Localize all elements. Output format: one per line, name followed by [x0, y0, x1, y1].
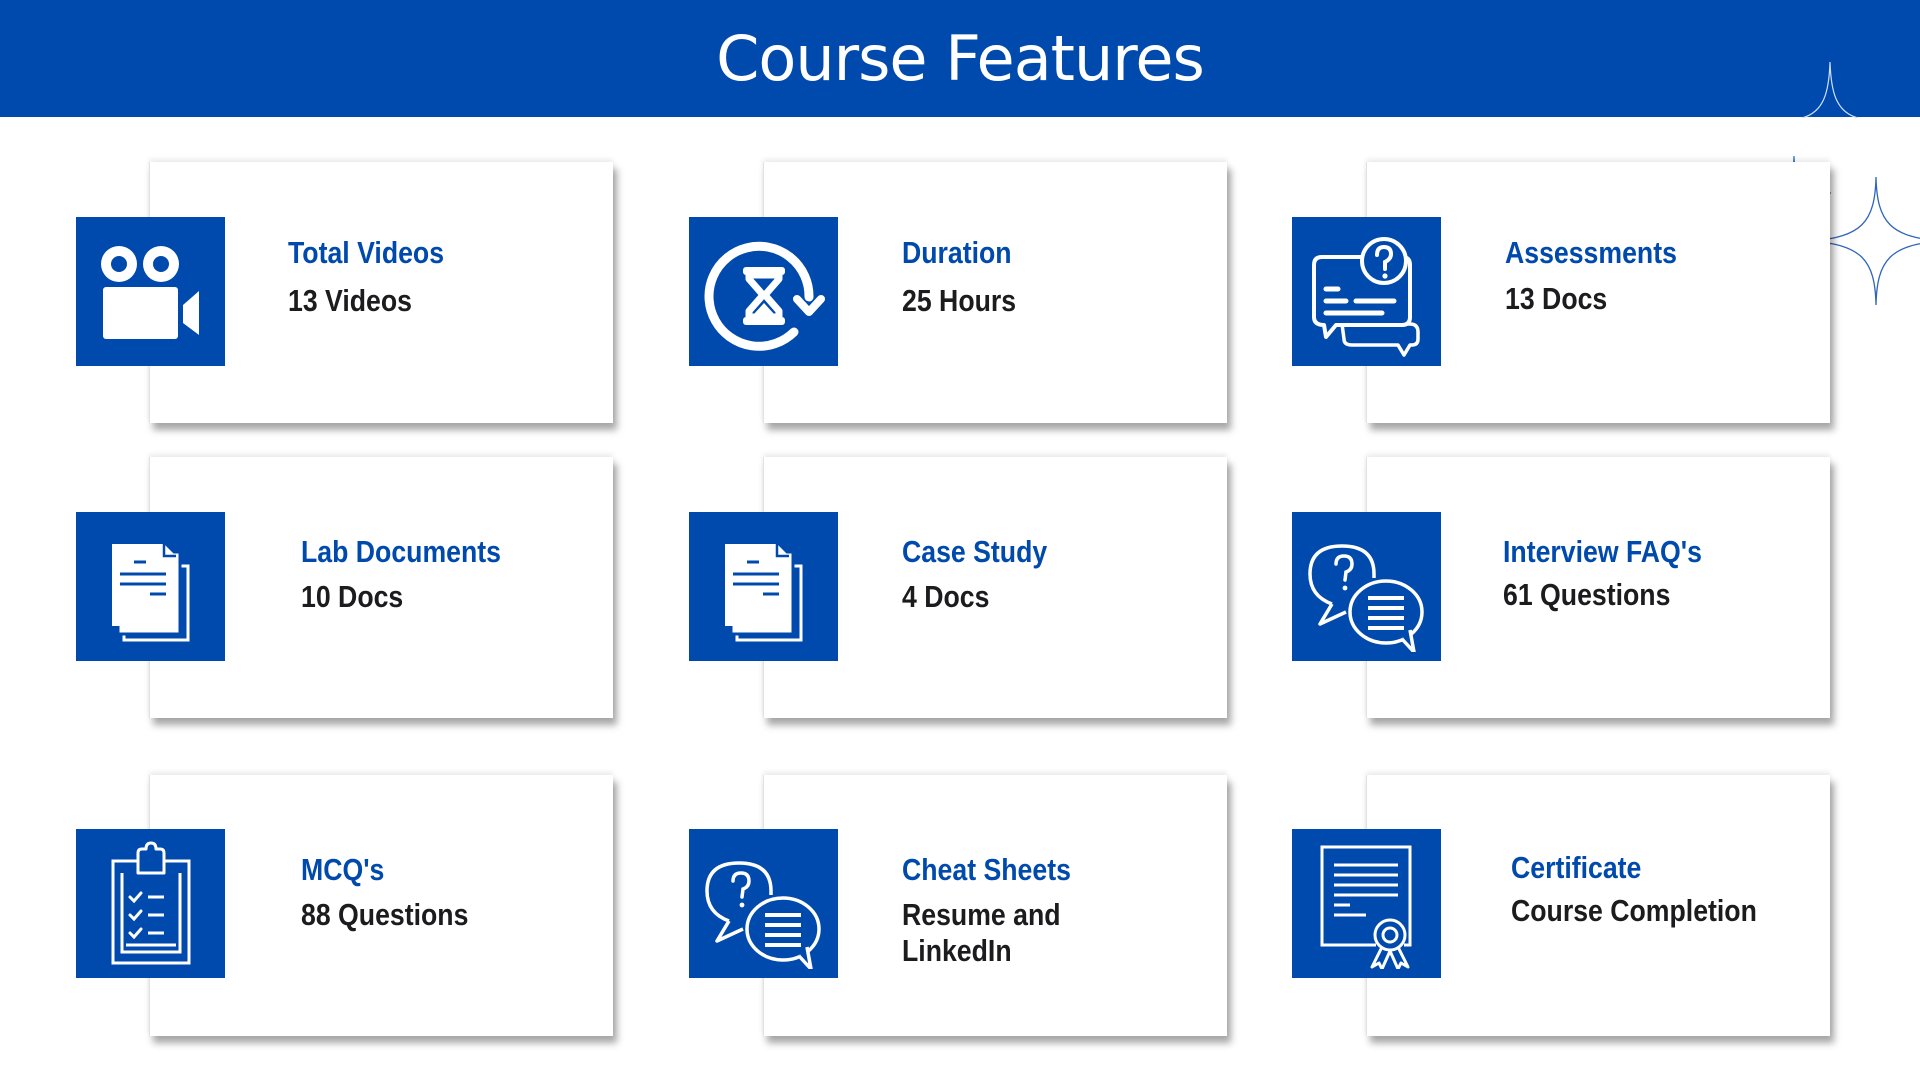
feature-value: 25 Hours	[902, 283, 1017, 318]
sparkle-icon	[1801, 62, 1859, 118]
feature-value: 13 Docs	[1505, 281, 1608, 316]
feature-value: Course Completion	[1511, 893, 1757, 928]
feature-icon-box	[76, 829, 225, 978]
feature-value: Resume and LinkedIn	[902, 897, 1061, 968]
feature-title: Certificate	[1511, 850, 1642, 885]
feature-title: Case Study	[902, 534, 1048, 569]
documents-icon	[111, 543, 189, 641]
feature-title: Duration	[902, 235, 1012, 270]
feature-icon-box	[1292, 829, 1441, 978]
feature-title: Lab Documents	[301, 534, 501, 569]
page-title: Course Features	[716, 22, 1205, 95]
feature-value: 88 Questions	[301, 897, 469, 932]
header-banner: Course Features	[0, 0, 1920, 117]
clipboard-checklist-icon	[111, 841, 190, 964]
documents-icon	[724, 543, 802, 641]
feature-title: MCQ's	[301, 852, 385, 887]
feature-icon-box	[689, 217, 838, 366]
feature-value: 4 Docs	[902, 579, 990, 614]
feature-icon-box	[689, 829, 838, 978]
feature-title: Total Videos	[288, 235, 445, 270]
faq-chat-bubbles-icon	[1307, 543, 1424, 652]
video-camera-icon	[100, 245, 199, 339]
feature-icon-box	[76, 512, 225, 661]
feature-value: 10 Docs	[301, 579, 404, 614]
feature-title: Interview FAQ's	[1503, 534, 1702, 569]
feature-icon-box	[1292, 217, 1441, 366]
faq-chat-bubbles-icon	[704, 860, 821, 969]
feature-value: 61 Questions	[1503, 577, 1671, 612]
feature-title: Assessments	[1505, 235, 1677, 270]
feature-value: 13 Videos	[288, 283, 413, 318]
hourglass-refresh-icon	[704, 241, 825, 351]
feature-icon-box	[1292, 512, 1441, 661]
feature-icon-box	[689, 512, 838, 661]
feature-title: Cheat Sheets	[902, 852, 1071, 887]
certificate-icon	[1320, 845, 1411, 969]
question-chat-icon	[1311, 236, 1420, 357]
feature-icon-box	[76, 217, 225, 366]
